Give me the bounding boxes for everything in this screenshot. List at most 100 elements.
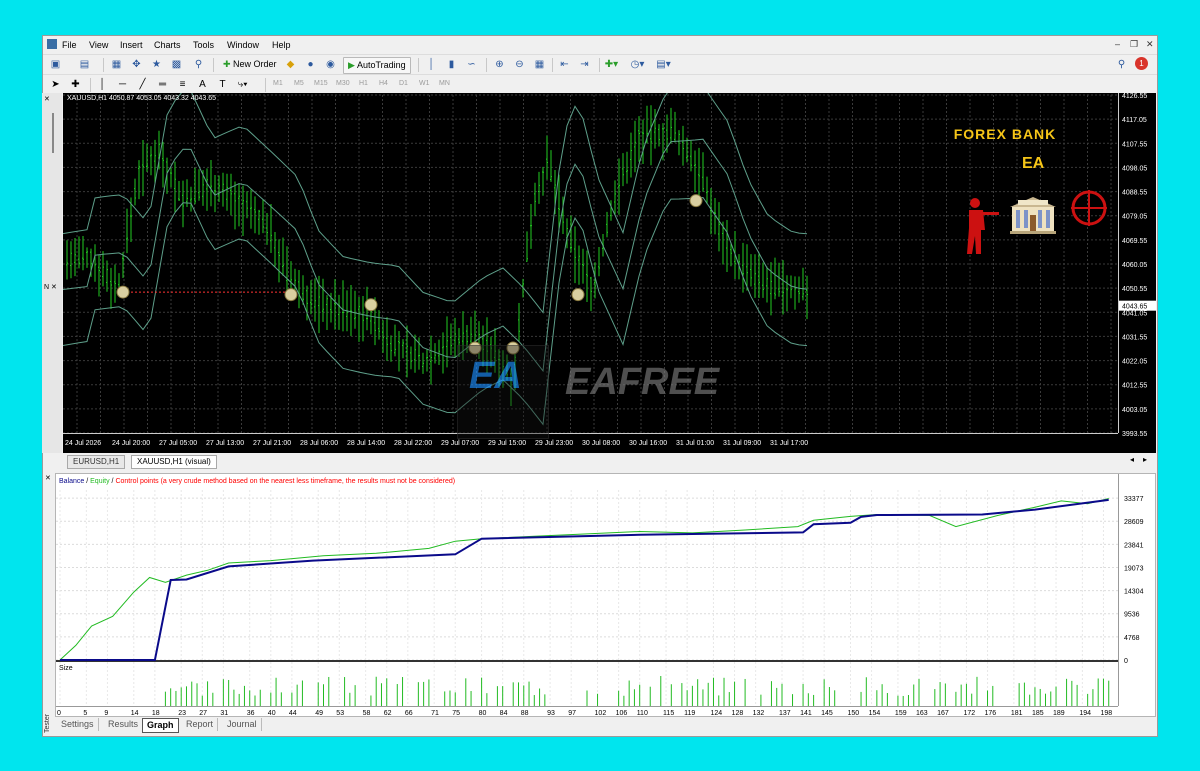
tab-scroll-left-icon[interactable]: ◂: [1130, 455, 1134, 464]
timeframe-m1[interactable]: M1: [273, 80, 283, 87]
tester-x-tick-label: 62: [384, 710, 392, 716]
market-icon[interactable]: ◉: [323, 57, 338, 72]
tile-windows-icon[interactable]: ▦: [532, 57, 547, 72]
autoscroll-icon[interactable]: ⇤: [557, 57, 572, 72]
text-label-icon[interactable]: T: [215, 77, 230, 92]
price-tick-label: 4041.05: [1122, 310, 1147, 317]
menu-bar: File View Insert Charts Tools Window Hel…: [43, 36, 1157, 54]
templates-icon[interactable]: ▤▾: [656, 57, 671, 72]
channel-icon[interactable]: ═: [155, 77, 170, 92]
auto-trading-button[interactable]: ▶ AutoTrading: [343, 57, 411, 74]
tab-report[interactable]: Report: [182, 718, 219, 731]
bar-chart-icon[interactable]: │: [424, 57, 439, 72]
market-watch-icon[interactable]: ▦: [109, 57, 124, 72]
tester-y-tick-label: 19073: [1124, 565, 1144, 572]
search-icon[interactable]: ⚲: [1114, 57, 1129, 72]
time-tick-label: 28 Jul 14:00: [347, 440, 385, 447]
price-tick-label: 4050.55: [1122, 286, 1147, 293]
tester-x-tick-label: 154: [869, 710, 881, 716]
tester-close-icon[interactable]: ✕: [45, 474, 51, 482]
timeframe-m15[interactable]: M15: [314, 80, 328, 87]
vertical-line-icon[interactable]: │: [95, 77, 110, 92]
timeframe-mn[interactable]: MN: [439, 80, 450, 87]
time-tick-label: 27 Jul 21:00: [253, 440, 291, 447]
tester-x-tick-label: 159: [895, 710, 907, 716]
timeframe-d1[interactable]: D1: [399, 80, 408, 87]
strategy-tester-icon[interactable]: ⚲: [191, 57, 206, 72]
tab-settings[interactable]: Settings: [57, 718, 99, 731]
time-tick-label: 28 Jul 06:00: [300, 440, 338, 447]
standard-toolbar: ▣ ▤ ▦ ✥ ★ ▩ ⚲ ✚ New Order ◆ ● ◉ ▶ AutoTr…: [43, 54, 1157, 75]
arrows-icon[interactable]: ⤷▾: [235, 77, 250, 92]
tester-x-tick-label: 71: [431, 710, 439, 716]
menu-insert[interactable]: Insert: [120, 40, 143, 50]
menu-help[interactable]: Help: [272, 40, 291, 50]
indicators-icon[interactable]: ✚▾: [604, 57, 619, 72]
menu-view[interactable]: View: [89, 40, 108, 50]
timeframe-m30[interactable]: M30: [336, 80, 350, 87]
text-icon[interactable]: A: [195, 77, 210, 92]
time-tick-label: 27 Jul 05:00: [159, 440, 197, 447]
data-window-icon[interactable]: ✥: [129, 57, 144, 72]
tester-legend: Balance / Equity / Control points (a ver…: [59, 478, 455, 485]
signals-icon[interactable]: ●: [303, 57, 318, 72]
price-tick-label: 4079.05: [1122, 214, 1147, 221]
horizontal-line-icon[interactable]: ─: [115, 77, 130, 92]
timeframe-m5[interactable]: M5: [294, 80, 304, 87]
zoom-out-icon[interactable]: ⊖: [512, 57, 527, 72]
time-tick-label: 24 Jul 2026: [65, 440, 101, 447]
panel-scroll-icon[interactable]: [52, 113, 54, 153]
navigator-icon[interactable]: ★: [149, 57, 164, 72]
market-watch-tab[interactable]: ✕: [44, 95, 50, 103]
profiles-icon[interactable]: ▤: [77, 57, 92, 72]
time-tick-label: 29 Jul 07:00: [441, 440, 479, 447]
cursor-icon[interactable]: ➤: [48, 77, 63, 92]
tester-x-tick-label: 9: [104, 710, 108, 716]
price-tick-label: 4012.55: [1122, 383, 1147, 390]
tab-graph[interactable]: Graph: [142, 718, 179, 733]
navigator-tab[interactable]: N ✕: [44, 283, 57, 291]
tester-x-tick-label: 44: [289, 710, 297, 716]
chart-tab-xauusd[interactable]: XAUUSD,H1 (visual): [131, 455, 217, 469]
tester-x-tick-label: 185: [1032, 710, 1044, 716]
tester-x-tick-label: 88: [521, 710, 529, 716]
tester-y-tick-label: 9536: [1124, 612, 1140, 619]
minimize-icon[interactable]: –: [1115, 39, 1120, 49]
trendline-icon[interactable]: ╱: [135, 77, 150, 92]
auto-trading-icon: ▶: [348, 60, 357, 70]
tester-x-tick-label: 18: [152, 710, 160, 716]
crosshair-icon[interactable]: ✚: [68, 77, 83, 92]
tab-journal[interactable]: Journal: [223, 718, 262, 731]
crosshair-target-icon: [1071, 190, 1107, 226]
price-tick-label: 4098.05: [1122, 165, 1147, 172]
close-icon[interactable]: ✕: [1146, 39, 1154, 50]
metaeditor-icon[interactable]: ◆: [283, 57, 298, 72]
menu-tools[interactable]: Tools: [193, 40, 214, 50]
new-chart-icon[interactable]: ▣: [48, 57, 63, 72]
chart-shift-icon[interactable]: ⇥: [577, 57, 592, 72]
equity-line: [59, 498, 1109, 661]
line-chart-icon[interactable]: ∽: [464, 57, 479, 72]
notifications-icon[interactable]: 1: [1135, 57, 1148, 70]
timeframe-h4[interactable]: H4: [379, 80, 388, 87]
terminal-icon[interactable]: ▩: [169, 57, 184, 72]
timeframe-w1[interactable]: W1: [419, 80, 430, 87]
menu-window[interactable]: Window: [227, 40, 259, 50]
periods-icon[interactable]: ◷▾: [630, 57, 645, 72]
timeframe-h1[interactable]: H1: [359, 80, 368, 87]
price-tick-label: 4069.55: [1122, 238, 1147, 245]
fibonacci-icon[interactable]: ≡: [175, 77, 190, 92]
zoom-in-icon[interactable]: ⊕: [492, 57, 507, 72]
chart-tab-eurusd[interactable]: EURUSD,H1: [67, 455, 126, 469]
tester-x-tick-label: 189: [1053, 710, 1065, 716]
candlestick-icon[interactable]: ▮: [444, 57, 459, 72]
tester-x-tick-label: 66: [405, 710, 413, 716]
tab-results[interactable]: Results: [104, 718, 144, 731]
restore-icon[interactable]: ❐: [1130, 39, 1138, 50]
price-tick-label: 3993.55: [1122, 431, 1147, 438]
tab-scroll-right-icon[interactable]: ▸: [1143, 455, 1147, 464]
menu-charts[interactable]: Charts: [154, 40, 181, 50]
menu-file[interactable]: File: [62, 40, 77, 50]
new-order-button[interactable]: ✚ New Order: [219, 57, 281, 72]
tester-x-tick-label: 84: [500, 710, 508, 716]
